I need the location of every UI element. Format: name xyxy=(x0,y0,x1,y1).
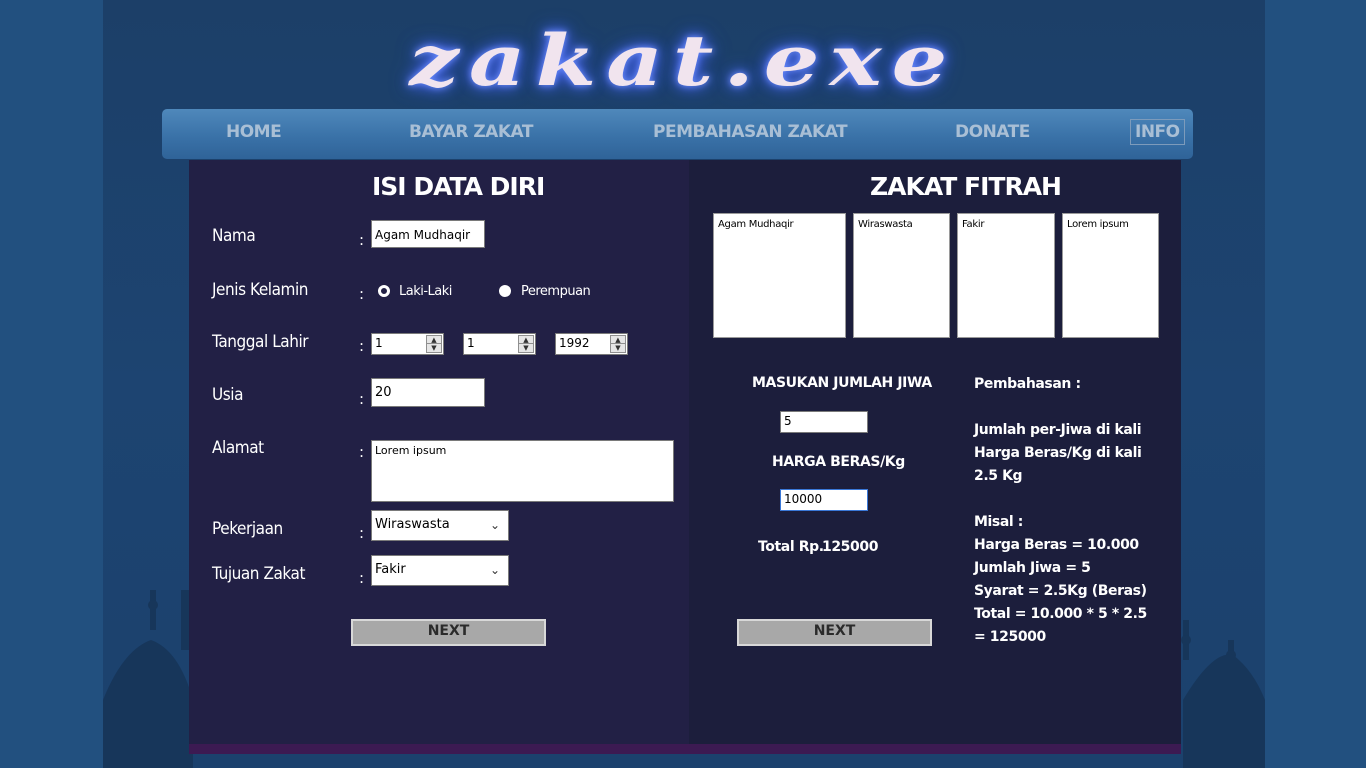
explanation-heading: Pembahasan : xyxy=(974,376,1081,392)
summary-alamat-box: Lorem ipsum xyxy=(1062,213,1159,338)
app-logo: zakat.exe xyxy=(408,14,958,106)
month-stepper-arrows: ▲ ▼ xyxy=(518,335,534,353)
usia-colon: : xyxy=(359,390,365,408)
nav-info[interactable]: INFO xyxy=(1130,119,1185,145)
example-line: Syarat = 2.5Kg (Beras) xyxy=(974,583,1147,599)
laki-laki-label: Laki-Laki xyxy=(399,284,452,299)
example-line: Jumlah Jiwa = 5 xyxy=(974,560,1091,576)
bottom-strip xyxy=(189,744,1181,754)
harga-beras-label: HARGA BERAS/Kg xyxy=(772,454,905,470)
perempuan-radio[interactable] xyxy=(499,285,511,297)
page-background-left xyxy=(0,0,103,768)
example-line: = 125000 xyxy=(974,629,1046,645)
perempuan-label: Perempuan xyxy=(521,284,591,299)
explanation-line: Harga Beras/Kg di kali xyxy=(974,445,1142,461)
pekerjaan-select[interactable]: Wiraswasta ⌄ xyxy=(371,510,509,541)
alamat-colon: : xyxy=(359,443,365,461)
tujuan-zakat-select[interactable]: Fakir ⌄ xyxy=(371,555,509,586)
example-line: Harga Beras = 10.000 xyxy=(974,537,1139,553)
alamat-textarea[interactable]: Lorem ipsum xyxy=(371,440,674,502)
pekerjaan-colon: : xyxy=(359,524,365,542)
logo-text: zakat.exe xyxy=(408,18,958,102)
pekerjaan-label: Pekerjaan xyxy=(212,519,283,539)
total-value: 125000 xyxy=(822,539,879,555)
usia-input[interactable]: 20 xyxy=(371,378,485,407)
page-background-right xyxy=(1265,0,1366,768)
isi-data-diri-title: ISI DATA DIRI xyxy=(372,172,545,201)
chevron-down-icon: ⌄ xyxy=(489,518,500,532)
year-down-icon[interactable]: ▼ xyxy=(611,344,625,352)
year-stepper-arrows: ▲ ▼ xyxy=(610,335,626,353)
tujuan-zakat-colon: : xyxy=(359,569,365,587)
day-value: 1 xyxy=(375,336,383,350)
month-up-icon[interactable]: ▲ xyxy=(519,336,533,344)
tujuan-zakat-value: Fakir xyxy=(375,562,406,577)
explanation-line: 2.5 Kg xyxy=(974,468,1023,484)
right-next-button[interactable]: NEXT xyxy=(737,619,932,646)
example-line: Total = 10.000 * 5 * 2.5 xyxy=(974,606,1147,622)
summary-tujuan-box: Fakir xyxy=(957,213,1055,338)
example-heading: Misal : xyxy=(974,514,1023,530)
month-stepper[interactable]: 1 ▲ ▼ xyxy=(463,333,536,355)
pekerjaan-value: Wiraswasta xyxy=(375,517,450,532)
explanation-line: Jumlah per-Jiwa di kali xyxy=(974,422,1142,438)
zakat-fitrah-title: ZAKAT FITRAH xyxy=(870,172,1062,201)
jenis-kelamin-label: Jenis Kelamin xyxy=(212,280,309,300)
nama-input[interactable]: Agam Mudhaqir xyxy=(371,220,485,248)
laki-laki-radio[interactable] xyxy=(378,285,390,297)
nav-home[interactable]: HOME xyxy=(226,122,282,142)
nav-pembahasan-zakat[interactable]: PEMBAHASAN ZAKAT xyxy=(653,122,848,142)
chevron-down-icon: ⌄ xyxy=(489,563,500,577)
tanggal-lahir-label: Tanggal Lahir xyxy=(212,332,309,352)
main-navbar: HOME BAYAR ZAKAT PEMBAHASAN ZAKAT DONATE… xyxy=(162,109,1193,159)
summary-nama-box: Agam Mudhaqir xyxy=(713,213,846,338)
summary-pekerjaan-box: Wiraswasta xyxy=(853,213,950,338)
day-stepper[interactable]: 1 ▲ ▼ xyxy=(371,333,444,355)
day-down-icon[interactable]: ▼ xyxy=(427,344,441,352)
jumlah-jiwa-label: MASUKAN JUMLAH JIWA xyxy=(752,375,932,391)
harga-beras-input[interactable]: 10000 xyxy=(780,489,868,511)
nav-bayar-zakat[interactable]: BAYAR ZAKAT xyxy=(409,122,533,142)
month-value: 1 xyxy=(467,336,475,350)
jumlah-jiwa-input[interactable]: 5 xyxy=(780,411,868,433)
total-label: Total Rp. xyxy=(758,539,824,555)
year-stepper[interactable]: 1992 ▲ ▼ xyxy=(555,333,628,355)
nama-label: Nama xyxy=(212,226,256,246)
day-up-icon[interactable]: ▲ xyxy=(427,336,441,344)
year-value: 1992 xyxy=(559,336,590,350)
tujuan-zakat-label: Tujuan Zakat xyxy=(212,564,306,584)
jenis-kelamin-colon: : xyxy=(359,285,365,303)
day-stepper-arrows: ▲ ▼ xyxy=(426,335,442,353)
nama-colon: : xyxy=(359,231,365,249)
year-up-icon[interactable]: ▲ xyxy=(611,336,625,344)
usia-label: Usia xyxy=(212,385,244,405)
left-next-button[interactable]: NEXT xyxy=(351,619,546,646)
tanggal-lahir-colon: : xyxy=(359,337,365,355)
alamat-label: Alamat xyxy=(212,438,264,458)
month-down-icon[interactable]: ▼ xyxy=(519,344,533,352)
nav-donate[interactable]: DONATE xyxy=(955,122,1030,142)
